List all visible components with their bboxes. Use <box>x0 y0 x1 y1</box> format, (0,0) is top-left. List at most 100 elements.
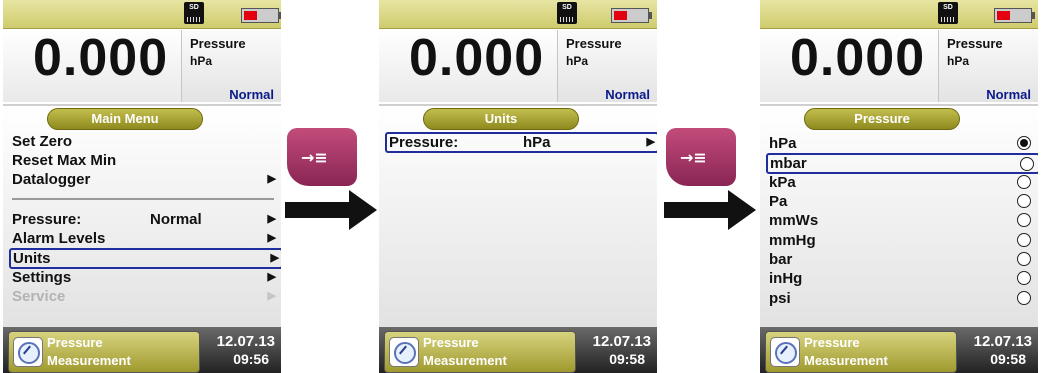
menu-item-value: Normal <box>150 211 202 228</box>
menu-title: Units <box>423 108 579 130</box>
unit-option-label: psi <box>769 290 791 307</box>
reading-label-box: Pressure hPa Normal <box>181 30 281 102</box>
top-status-bar: SD <box>379 0 657 29</box>
radio-empty-icon <box>1017 213 1031 227</box>
enter-key-icon: →≡ <box>680 148 707 167</box>
unit-option-mbar[interactable]: mbar <box>766 153 1038 174</box>
enter-key-button[interactable]: →≡ <box>666 128 736 186</box>
menu-item-label: Alarm Levels <box>12 230 106 247</box>
unit-option-bar[interactable]: bar <box>769 250 1035 269</box>
submenu-arrow-icon: ▶ <box>267 271 276 283</box>
device-screen-units: SD 0.000 Pressure hPa Normal Units Press… <box>379 0 657 373</box>
flow-arrow-icon <box>664 190 756 230</box>
unit-label: hPa <box>190 54 213 68</box>
menu-title: Main Menu <box>47 108 203 130</box>
enter-key-button[interactable]: →≡ <box>287 128 357 186</box>
submenu-arrow-icon: ▶ <box>646 136 655 148</box>
top-status-bar: SD <box>760 0 1038 29</box>
enter-key-icon: →≡ <box>301 148 328 167</box>
pressure-reading: 0.000 <box>33 29 169 87</box>
unit-option-label: Pa <box>769 193 788 210</box>
radio-empty-icon <box>1017 291 1031 305</box>
unit-label: hPa <box>947 54 970 68</box>
unit-option-inhg[interactable]: inHg <box>769 269 1035 288</box>
measurement-mode-button[interactable]: Pressure Measurement <box>384 331 576 373</box>
mode-label: Normal <box>605 87 650 102</box>
submenu-arrow-icon: ▶ <box>270 252 279 264</box>
pressure-gauge-icon <box>770 337 800 367</box>
menu-title: Pressure <box>804 108 960 130</box>
menu-item-label: Pressure: <box>12 211 82 228</box>
reading-label-box: Pressure hPa Normal <box>557 30 657 102</box>
submenu-arrow-icon: ▶ <box>267 232 276 244</box>
date-display: 12.07.13 <box>216 333 275 350</box>
pressure-reading: 0.000 <box>790 29 926 87</box>
pressure-gauge-icon <box>13 337 43 367</box>
mode-line-1: Pressure <box>423 335 479 350</box>
menu-item-reset-max-min[interactable]: Reset Max Min <box>12 151 278 170</box>
menu-item-pressure-unit[interactable]: Pressure: hPa ▶ <box>385 132 657 153</box>
menu-divider <box>12 198 274 200</box>
unit-option-label: mbar <box>770 155 807 172</box>
flow-arrow-icon <box>285 190 377 230</box>
mode-line-2: Measurement <box>804 353 888 368</box>
menu-item-label: Datalogger <box>12 171 91 188</box>
menu-item-units[interactable]: Units ▶ <box>9 248 281 269</box>
unit-option-label: mmWs <box>769 212 819 229</box>
mode-line-1: Pressure <box>804 335 860 350</box>
unit-option-label: hPa <box>769 135 797 152</box>
menu-item-label: Settings <box>12 269 72 286</box>
menu-item-alarm-levels[interactable]: Alarm Levels ▶ <box>12 229 278 248</box>
measurement-label: Pressure <box>566 36 622 51</box>
menu-item-pressure[interactable]: Pressure: Normal ▶ <box>12 210 278 229</box>
mode-label: Normal <box>986 87 1031 102</box>
time-display: 09:58 <box>609 351 645 367</box>
unit-option-hpa[interactable]: hPa <box>769 134 1035 153</box>
menu-item-set-zero[interactable]: Set Zero <box>12 132 278 151</box>
measurement-label: Pressure <box>947 36 1003 51</box>
menu-panel: Main Menu Set Zero Reset Max Min Datalog… <box>3 104 281 328</box>
measurement-mode-button[interactable]: Pressure Measurement <box>765 331 957 373</box>
unit-option-mmws[interactable]: mmWs <box>769 211 1035 230</box>
menu-item-label: Units <box>13 250 51 267</box>
radio-empty-icon <box>1017 252 1031 266</box>
bottom-status-bar: Pressure Measurement 12.07.13 09:56 <box>3 327 281 373</box>
unit-label: hPa <box>566 54 589 68</box>
unit-option-psi[interactable]: psi <box>769 289 1035 308</box>
radio-empty-icon <box>1017 233 1031 247</box>
unit-option-label: kPa <box>769 174 796 191</box>
reading-label-box: Pressure hPa Normal <box>938 30 1038 102</box>
unit-option-label: bar <box>769 251 793 268</box>
submenu-arrow-icon: ▶ <box>267 213 276 225</box>
device-screen-pressure-units: SD 0.000 Pressure hPa Normal Pressure hP… <box>760 0 1038 373</box>
radio-checked-icon <box>1017 136 1031 150</box>
unit-option-label: inHg <box>769 270 803 287</box>
time-display: 09:56 <box>233 351 269 367</box>
menu-item-settings[interactable]: Settings ▶ <box>12 268 278 287</box>
device-screen-main-menu: SD 0.000 Pressure hPa Normal Main Menu S… <box>3 0 281 373</box>
sd-card-icon: SD <box>184 2 204 24</box>
sd-card-icon: SD <box>557 2 577 24</box>
menu-item-label: Set Zero <box>12 133 73 150</box>
menu-item-datalogger[interactable]: Datalogger ▶ <box>12 170 278 189</box>
pressure-reading: 0.000 <box>409 29 545 87</box>
menu-item-label: Pressure: <box>389 134 459 151</box>
date-display: 12.07.13 <box>973 333 1032 350</box>
menu-panel: Pressure hPa mbar kPa Pa mmWs mmHg bar i… <box>760 104 1038 328</box>
unit-option-label: mmHg <box>769 232 816 249</box>
submenu-arrow-icon: ▶ <box>267 173 276 185</box>
menu-panel: Units Pressure: hPa ▶ <box>379 104 657 328</box>
measurement-mode-button[interactable]: Pressure Measurement <box>8 331 200 373</box>
unit-option-pa[interactable]: Pa <box>769 192 1035 211</box>
submenu-arrow-icon: ▶ <box>267 290 276 302</box>
mode-line-2: Measurement <box>423 353 507 368</box>
unit-option-kpa[interactable]: kPa <box>769 173 1035 192</box>
time-display: 09:58 <box>990 351 1026 367</box>
menu-item-service: Service ▶ <box>12 287 278 306</box>
measurement-label: Pressure <box>190 36 246 51</box>
unit-option-mmhg[interactable]: mmHg <box>769 231 1035 250</box>
pressure-gauge-icon <box>389 337 419 367</box>
mode-label: Normal <box>229 87 274 102</box>
sd-card-icon: SD <box>938 2 958 24</box>
radio-empty-icon <box>1020 157 1034 171</box>
